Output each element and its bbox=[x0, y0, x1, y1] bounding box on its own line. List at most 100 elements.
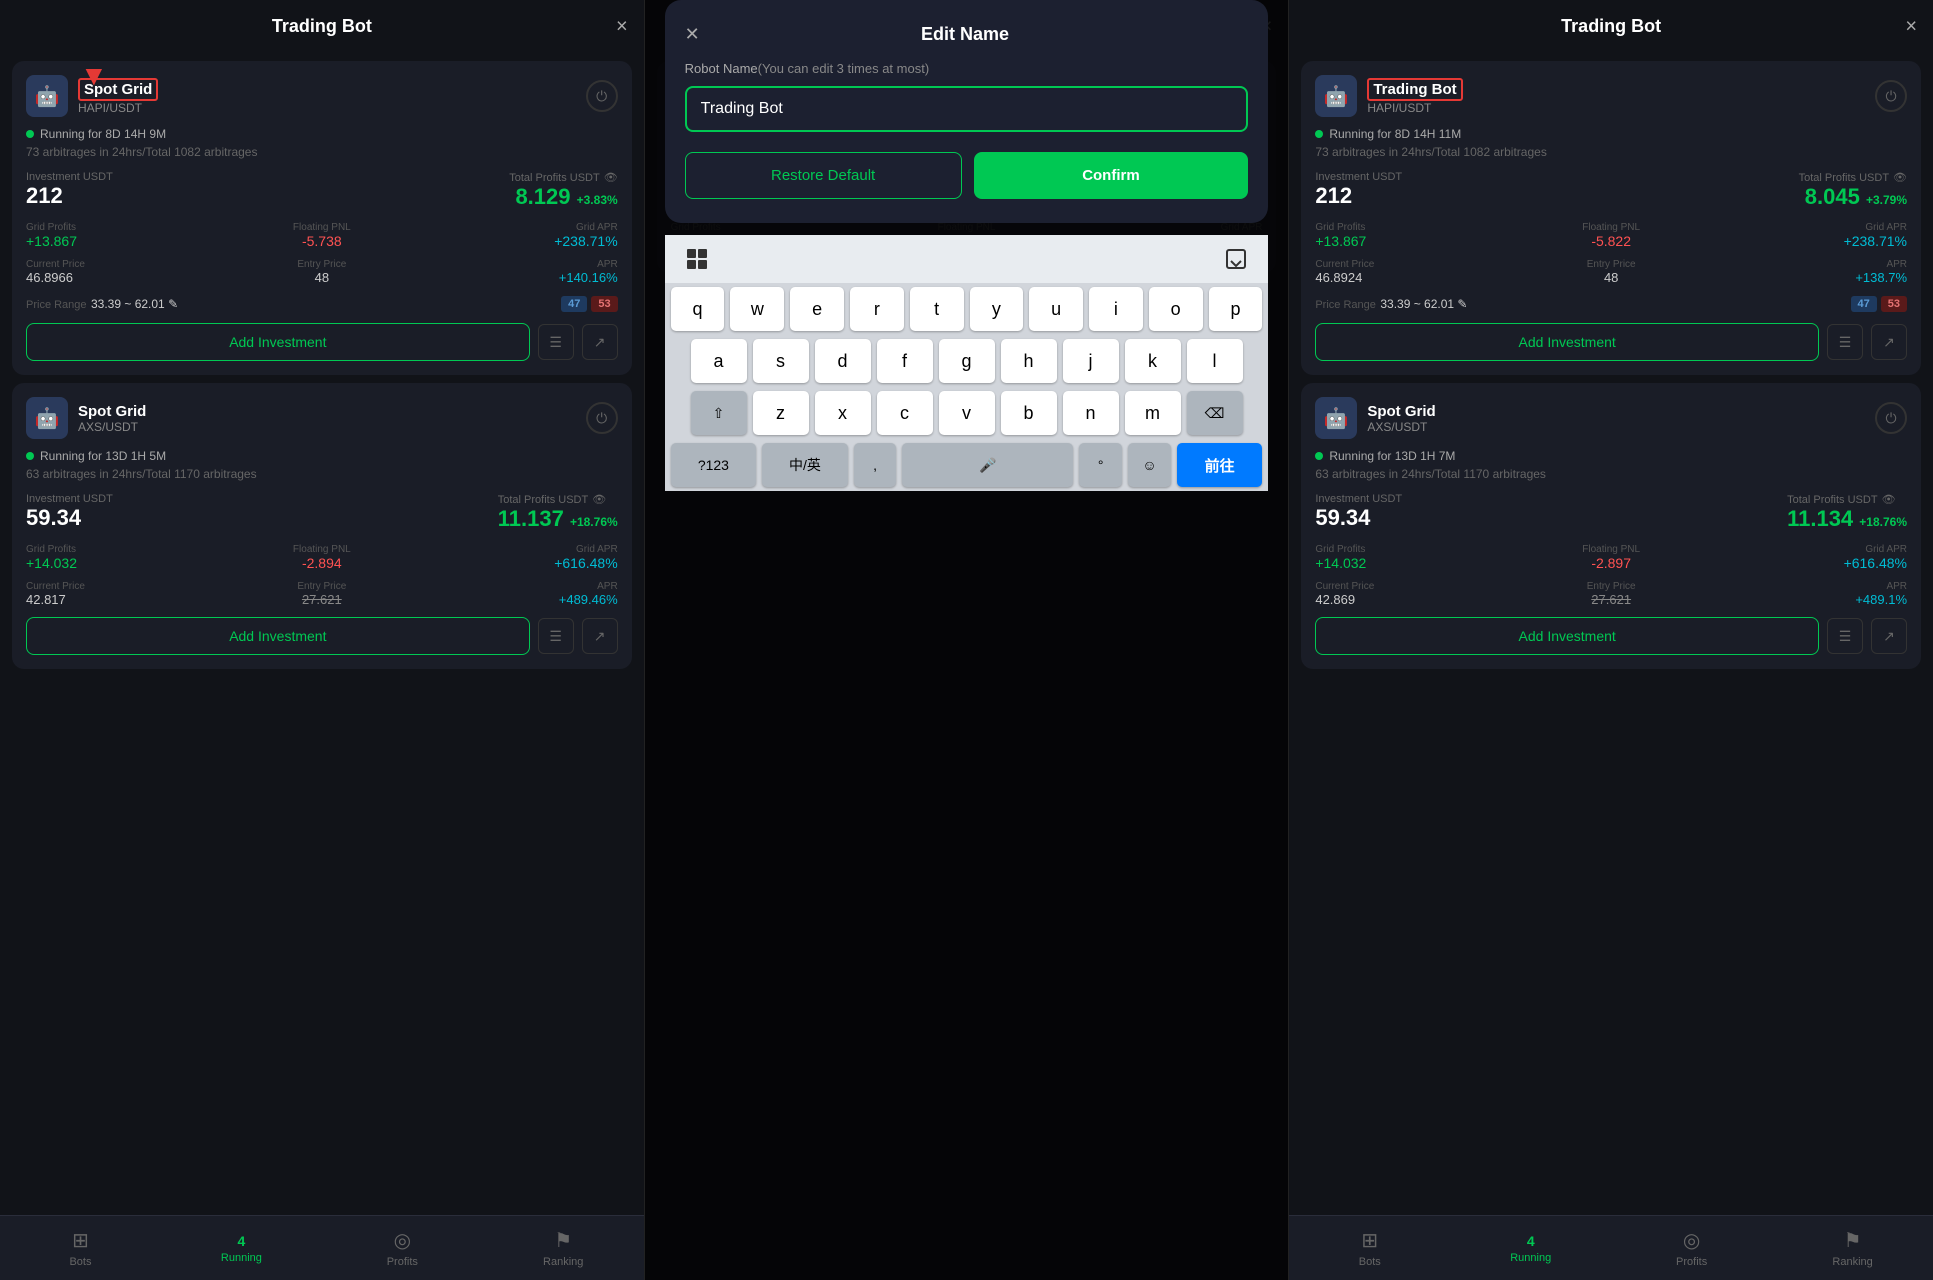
key-w[interactable]: w bbox=[730, 287, 784, 331]
key-y[interactable]: y bbox=[970, 287, 1024, 331]
key-o[interactable]: o bbox=[1149, 287, 1203, 331]
status-dot-2 bbox=[26, 452, 34, 460]
power-button-2[interactable]: ⏻ bbox=[586, 402, 618, 434]
bot-pair: HAPI/USDT bbox=[78, 101, 158, 115]
key-x[interactable]: x bbox=[815, 391, 871, 435]
right-detail-button-2[interactable]: ☰ bbox=[1827, 618, 1863, 654]
nav-running-right[interactable]: 4 Running bbox=[1450, 1216, 1611, 1280]
keyboard-grid-icon[interactable] bbox=[681, 243, 713, 275]
confirm-button[interactable]: Confirm bbox=[974, 152, 1249, 199]
floating-pnl-item: Floating PNL -5.738 bbox=[225, 222, 420, 249]
right-badge-47: 47 bbox=[1851, 296, 1877, 312]
modal-close-btn[interactable]: ✕ bbox=[685, 24, 700, 45]
nav-ranking-right[interactable]: ⚑ Ranking bbox=[1772, 1216, 1933, 1280]
right-status-dot bbox=[1315, 130, 1323, 138]
right-close-button[interactable]: × bbox=[1905, 15, 1917, 38]
left-panel: ▼ Trading Bot × 🤖 Spot Grid HAPI/USDT ⏻ bbox=[0, 0, 645, 1280]
card-actions: Add Investment ☰ ↗ bbox=[26, 323, 618, 361]
right-bottom-nav: ⊞ Bots 4 Running ◎ Profits ⚑ Ranking bbox=[1289, 1215, 1933, 1280]
key-e[interactable]: e bbox=[790, 287, 844, 331]
key-emoji[interactable]: ☺ bbox=[1128, 443, 1171, 487]
key-enter[interactable]: 前往 bbox=[1177, 443, 1262, 487]
investment-label-2: Investment USDT bbox=[26, 493, 113, 505]
metrics-row-2: Investment USDT 59.34 Total Profits USDT… bbox=[26, 493, 618, 532]
left-panel-title: Trading Bot bbox=[272, 16, 372, 37]
key-mic[interactable]: 🎤 bbox=[902, 443, 1073, 487]
key-backspace[interactable]: ⌫ bbox=[1187, 391, 1243, 435]
nav-running-left[interactable]: 4 Running bbox=[161, 1216, 322, 1280]
key-v[interactable]: v bbox=[939, 391, 995, 435]
restore-default-button[interactable]: Restore Default bbox=[685, 152, 962, 199]
right-add-investment-button-2[interactable]: Add Investment bbox=[1315, 617, 1819, 655]
key-m[interactable]: m bbox=[1125, 391, 1181, 435]
power-button[interactable]: ⏻ bbox=[586, 80, 618, 112]
grid-apr-label: Grid APR bbox=[423, 222, 618, 233]
key-d[interactable]: d bbox=[815, 339, 871, 383]
right-bot-name-section: Trading Bot HAPI/USDT bbox=[1367, 78, 1462, 115]
key-z[interactable]: z bbox=[753, 391, 809, 435]
right-share-button-2[interactable]: ↗ bbox=[1871, 618, 1907, 654]
nav-profits-left[interactable]: ◎ Profits bbox=[322, 1216, 483, 1280]
investment-label: Investment USDT bbox=[26, 171, 113, 183]
detail-button-2[interactable]: ☰ bbox=[538, 618, 574, 654]
right-card-actions: Add Investment ☰ ↗ bbox=[1315, 323, 1907, 361]
key-t[interactable]: t bbox=[910, 287, 964, 331]
keyboard-collapse-icon[interactable] bbox=[1220, 243, 1252, 275]
right-bot-pair: HAPI/USDT bbox=[1367, 101, 1462, 115]
key-h[interactable]: h bbox=[1001, 339, 1057, 383]
keyboard-row-1: q w e r t y u i o p bbox=[665, 283, 1269, 335]
modal-action-row: Restore Default Confirm bbox=[685, 152, 1249, 199]
right-bot-info: 🤖 Trading Bot HAPI/USDT bbox=[1315, 75, 1462, 117]
nav-bots-left[interactable]: ⊞ Bots bbox=[0, 1216, 161, 1280]
key-c[interactable]: c bbox=[877, 391, 933, 435]
share-button[interactable]: ↗ bbox=[582, 324, 618, 360]
investment-metric: Investment USDT 212 bbox=[26, 171, 113, 210]
add-investment-button-2[interactable]: Add Investment bbox=[26, 617, 530, 655]
floating-pnl-value: -5.738 bbox=[225, 233, 420, 249]
entry-price-value: 48 bbox=[225, 270, 420, 285]
nav-bots-right[interactable]: ⊞ Bots bbox=[1289, 1216, 1450, 1280]
price-range-section: Price Range 33.39 ~ 62.01 ✎ bbox=[26, 295, 178, 313]
key-r[interactable]: r bbox=[850, 287, 904, 331]
key-u[interactable]: u bbox=[1029, 287, 1083, 331]
nav-ranking-left[interactable]: ⚑ Ranking bbox=[483, 1216, 644, 1280]
share-button-2[interactable]: ↗ bbox=[582, 618, 618, 654]
key-n[interactable]: n bbox=[1063, 391, 1119, 435]
key-123[interactable]: ?123 bbox=[671, 443, 756, 487]
nav-profits-right[interactable]: ◎ Profits bbox=[1611, 1216, 1772, 1280]
card-actions-2: Add Investment ☰ ↗ bbox=[26, 617, 618, 655]
key-j[interactable]: j bbox=[1063, 339, 1119, 383]
key-b[interactable]: b bbox=[1001, 391, 1057, 435]
key-s[interactable]: s bbox=[753, 339, 809, 383]
key-l[interactable]: l bbox=[1187, 339, 1243, 383]
key-f[interactable]: f bbox=[877, 339, 933, 383]
arbitrage-text-2: 63 arbitrages in 24hrs/Total 1170 arbitr… bbox=[26, 467, 618, 481]
detail-button[interactable]: ☰ bbox=[538, 324, 574, 360]
right-add-investment-button[interactable]: Add Investment bbox=[1315, 323, 1819, 361]
apr-label: APR bbox=[423, 259, 618, 270]
right-panel-content: 🤖 Trading Bot HAPI/USDT ⏻ Running for 8D… bbox=[1289, 53, 1933, 1215]
key-g[interactable]: g bbox=[939, 339, 995, 383]
key-a[interactable]: a bbox=[691, 339, 747, 383]
key-i[interactable]: i bbox=[1089, 287, 1143, 331]
keyboard-toolbar bbox=[665, 235, 1269, 283]
bot-avatar-2: 🤖 bbox=[26, 397, 68, 439]
right-power-button-2[interactable]: ⏻ bbox=[1875, 402, 1907, 434]
price-row: Current Price 46.8966 Entry Price 48 APR… bbox=[26, 259, 618, 285]
add-investment-button[interactable]: Add Investment bbox=[26, 323, 530, 361]
entry-price-item-2: Entry Price 27.621 bbox=[225, 581, 420, 607]
right-stats-grid: Grid Profits +13.867 Floating PNL -5.822… bbox=[1315, 222, 1907, 249]
right-share-button[interactable]: ↗ bbox=[1871, 324, 1907, 360]
key-comma[interactable]: , bbox=[854, 443, 897, 487]
key-p[interactable]: p bbox=[1209, 287, 1263, 331]
right-power-button[interactable]: ⏻ bbox=[1875, 80, 1907, 112]
key-q[interactable]: q bbox=[671, 287, 725, 331]
left-close-button[interactable]: × bbox=[616, 15, 628, 38]
key-lang[interactable]: 中/英 bbox=[762, 443, 847, 487]
robot-name-input[interactable] bbox=[685, 86, 1249, 132]
key-dot[interactable]: ° bbox=[1079, 443, 1122, 487]
key-shift[interactable]: ⇧ bbox=[691, 391, 747, 435]
profits-metric-2: Total Profits USDT 👁 11.137 +18.76% bbox=[498, 493, 618, 532]
key-k[interactable]: k bbox=[1125, 339, 1181, 383]
right-detail-button[interactable]: ☰ bbox=[1827, 324, 1863, 360]
